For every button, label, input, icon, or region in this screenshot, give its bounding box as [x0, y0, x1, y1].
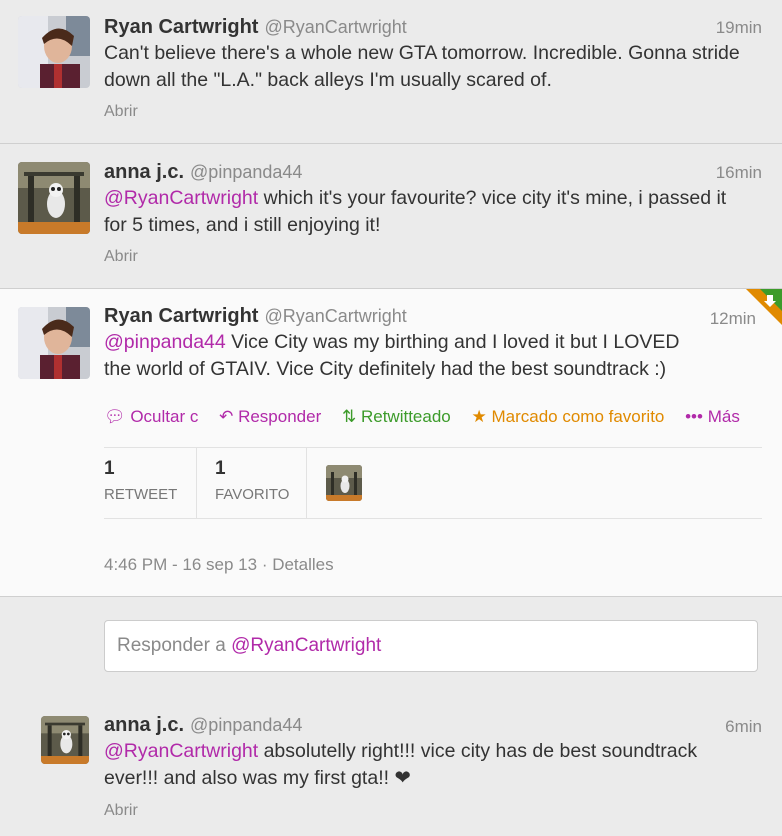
author-name[interactable]: anna j.c. @pinpanda44	[104, 714, 302, 737]
more-button[interactable]: ••• Más	[685, 407, 740, 426]
avatar-ryan[interactable]	[18, 16, 90, 88]
retweet-count-label[interactable]: RETWEET	[104, 486, 177, 503]
tweet-date[interactable]: 4:46 PM - 16 sep 13	[104, 555, 257, 574]
author-name-text[interactable]: anna j.c.	[104, 714, 184, 736]
reply-button[interactable]: ↶ Responder	[219, 407, 321, 426]
tweet-1[interactable]: Ryan Cartwright @RyanCartwright 19min Can…	[0, 0, 782, 144]
details-link[interactable]: Detalles	[272, 555, 333, 574]
author-name-text[interactable]: Ryan Cartwright	[104, 305, 258, 327]
retweeted-button[interactable]: ⇅ Retwitteado	[342, 407, 451, 426]
tweet-timestamp-line: 4:46 PM - 16 sep 13 · Detalles	[104, 555, 334, 574]
tweet-text: Can't believe there's a whole new GTA to…	[104, 42, 740, 91]
stats-divider	[196, 448, 197, 518]
tweet-time[interactable]: 6min	[725, 717, 762, 737]
author-handle[interactable]: @pinpanda44	[190, 162, 302, 182]
avatar-anna[interactable]	[41, 716, 89, 764]
tweet-text: @RyanCartwright absolutelly right!!! vic…	[104, 738, 704, 792]
avatar-anna[interactable]	[18, 162, 90, 234]
stats-divider	[306, 448, 307, 518]
author-handle[interactable]: @RyanCartwright	[264, 306, 406, 326]
avatar-ryan[interactable]	[18, 307, 90, 379]
expand-link[interactable]: Abrir	[104, 248, 138, 266]
retweet-icon: ⇅	[341, 407, 357, 426]
tweet-actions: 💬︎ Ocultar c ↶ Responder ⇅ Retwitteado ★…	[104, 407, 740, 427]
reply-mention: @RyanCartwright	[231, 635, 382, 656]
expand-link[interactable]: Abrir	[104, 103, 138, 121]
author-name[interactable]: Ryan Cartwright @RyanCartwright	[104, 16, 407, 39]
tweet-2[interactable]: anna j.c. @pinpanda44 16min @RyanCartwrig…	[0, 144, 782, 289]
expand-link[interactable]: Abrir	[104, 802, 138, 820]
speech-bubble-icon: 💬︎	[104, 407, 126, 426]
tweet-time[interactable]: 19min	[716, 18, 762, 38]
retweet-count-number[interactable]: 1	[104, 458, 177, 480]
favorited-button[interactable]: ★ Marcado como favorito	[471, 407, 664, 426]
author-handle[interactable]: @pinpanda44	[190, 715, 302, 735]
tweet-3-expanded[interactable]: Ryan Cartwright @RyanCartwright 12min @pi…	[0, 289, 782, 597]
mention-link[interactable]: @RyanCartwright	[104, 740, 258, 762]
tweet-stats: 1 RETWEET 1 FAVORITO	[104, 447, 762, 519]
reply-area: Responder a @RyanCartwright	[0, 597, 782, 698]
reply-arrow-icon: ↶	[219, 407, 234, 426]
author-name[interactable]: Ryan Cartwright @RyanCartwright	[104, 305, 407, 328]
favoriter-avatar[interactable]	[326, 465, 362, 501]
mention-link[interactable]: @pinpanda44	[104, 331, 226, 353]
tweet-text: @RyanCartwright which it's your favourit…	[104, 185, 744, 239]
reply-placeholder: Responder a	[117, 635, 232, 656]
favorite-count-label[interactable]: FAVORITO	[215, 486, 289, 503]
mention-link[interactable]: @RyanCartwright	[104, 187, 258, 209]
favorite-count-number[interactable]: 1	[215, 458, 289, 480]
author-name-text[interactable]: anna j.c.	[104, 161, 184, 183]
hide-button[interactable]: 💬︎ Ocultar c	[104, 407, 198, 426]
author-handle[interactable]: @RyanCartwright	[264, 17, 406, 37]
tweet-time[interactable]: 16min	[716, 163, 762, 183]
tweet-time[interactable]: 12min	[710, 309, 756, 329]
tweet-4[interactable]: anna j.c. @pinpanda44 6min @RyanCartwrigh…	[0, 697, 782, 836]
author-name-text[interactable]: Ryan Cartwright	[104, 16, 258, 38]
retweet-count[interactable]: 1 RETWEET	[104, 458, 177, 503]
reply-input[interactable]: Responder a @RyanCartwright	[104, 620, 758, 672]
ellipsis-icon: •••	[685, 407, 703, 426]
author-name[interactable]: anna j.c. @pinpanda44	[104, 161, 302, 184]
star-icon: ★	[471, 407, 487, 426]
tweet-text: @pinpanda44 Vice City was my birthing an…	[104, 329, 684, 383]
favorite-count[interactable]: 1 FAVORITO	[215, 458, 289, 503]
